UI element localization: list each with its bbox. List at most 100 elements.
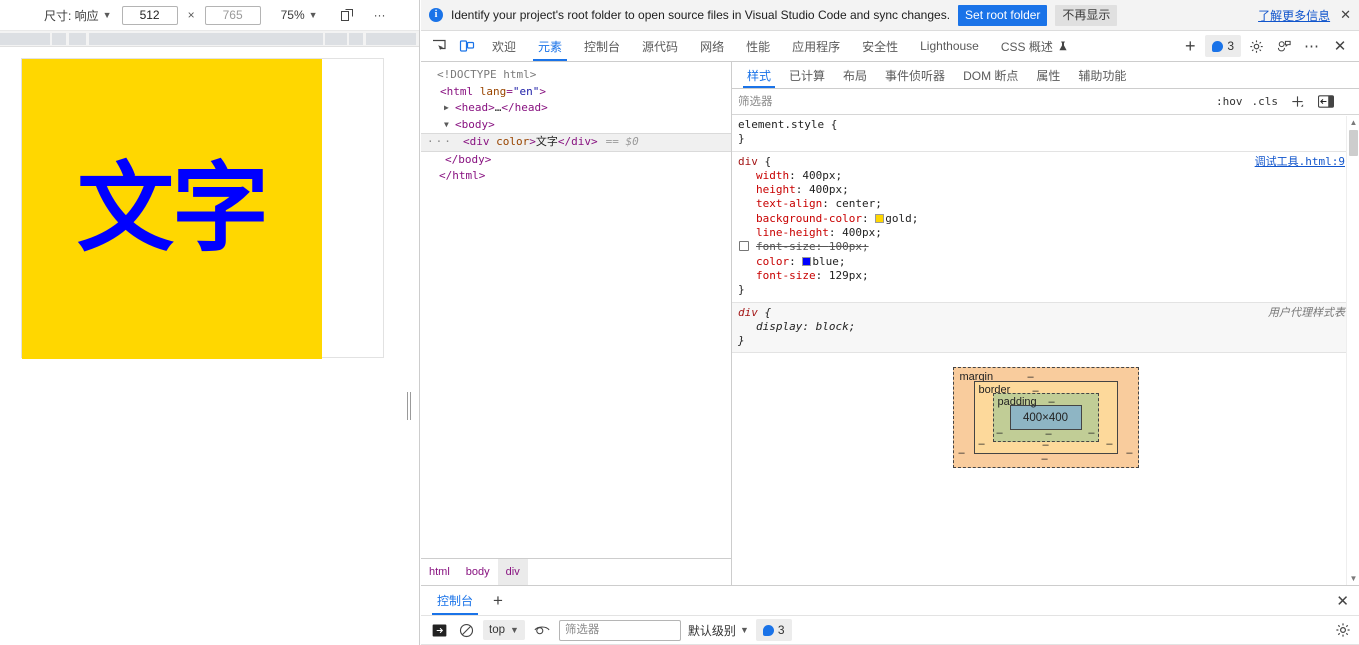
border-left-value[interactable]: – <box>979 437 985 451</box>
toggle-element-state-icon[interactable] <box>1316 92 1336 112</box>
settings-gear-icon[interactable] <box>1243 34 1269 58</box>
box-model-border[interactable]: border – – – – padding – – – – 400×400 <box>973 381 1118 455</box>
add-style-rule-icon[interactable] <box>1287 92 1307 112</box>
css-declaration-line-height[interactable]: line-height: 400px; <box>738 226 1359 240</box>
css-declaration-font-size[interactable]: font-size: 129px; <box>738 269 1359 283</box>
styles-filter-input[interactable] <box>732 89 1207 114</box>
property-name[interactable]: font-size <box>756 240 816 253</box>
rule-selector[interactable]: element.style <box>738 118 824 131</box>
padding-right-value[interactable]: – <box>1088 426 1094 440</box>
padding-left-value[interactable]: – <box>997 426 1003 440</box>
tab-performance[interactable]: 性能 <box>735 31 781 61</box>
console-sidebar-icon[interactable] <box>429 620 449 640</box>
console-settings-icon[interactable] <box>1333 620 1353 640</box>
property-value[interactable]: blue <box>812 255 839 268</box>
console-level-selector[interactable]: 默认级别 ▼ <box>688 622 749 639</box>
tab-application[interactable]: 应用程序 <box>781 31 851 61</box>
margin-left-value[interactable]: – <box>959 446 965 460</box>
tab-event-listeners[interactable]: 事件侦听器 <box>876 62 954 88</box>
tab-sources[interactable]: 源代码 <box>631 31 689 61</box>
dom-node-doctype[interactable]: <!DOCTYPE html> <box>421 67 731 84</box>
tab-properties[interactable]: 属性 <box>1027 62 1069 88</box>
console-context-selector[interactable]: top ▼ <box>483 620 525 640</box>
tab-welcome[interactable]: 欢迎 <box>481 31 527 61</box>
color-swatch[interactable] <box>802 256 812 266</box>
css-declaration-color[interactable]: color: blue; <box>738 255 1359 269</box>
property-name[interactable]: height <box>756 183 796 196</box>
zoom-selector[interactable]: 75% ▼ <box>281 8 318 22</box>
tab-layout[interactable]: 布局 <box>834 62 876 88</box>
learn-more-link[interactable]: 了解更多信息 <box>1258 7 1330 24</box>
inspect-element-icon[interactable] <box>425 31 453 61</box>
property-value[interactable]: 129px <box>829 269 862 282</box>
tab-elements[interactable]: 元素 <box>527 31 573 61</box>
force-element-state-button[interactable]: :hov <box>1216 95 1243 108</box>
issues-badge[interactable]: 3 <box>1205 35 1241 57</box>
dom-node-div-selected[interactable]: ··· <div color>文字</div> == $0 <box>421 133 731 152</box>
styles-scrollbar[interactable]: ▲ ▼ <box>1346 116 1359 585</box>
add-panel-button[interactable]: + <box>1177 34 1203 58</box>
device-size-selector[interactable]: 尺寸: 响应 ▼ <box>44 7 112 24</box>
device-toolbar-icon[interactable] <box>453 31 481 61</box>
property-name[interactable]: color <box>756 255 789 268</box>
property-value[interactable]: 100px <box>829 240 862 253</box>
tab-accessibility[interactable]: 辅助功能 <box>1069 62 1135 88</box>
tab-css-overview[interactable]: CSS 概述 <box>990 31 1079 61</box>
tab-network[interactable]: 网络 <box>689 31 735 61</box>
property-name[interactable]: line-height <box>756 226 829 239</box>
property-name[interactable]: font-size <box>756 269 816 282</box>
dom-node-html-close[interactable]: </html> <box>421 168 731 185</box>
property-value[interactable]: center <box>835 197 875 210</box>
customize-devtools-icon[interactable] <box>1271 34 1297 58</box>
device-more-options-button[interactable]: ··· <box>374 8 386 22</box>
drawer-tab-console[interactable]: 控制台 <box>427 586 483 615</box>
viewport-resize-handle[interactable] <box>405 392 413 420</box>
breadcrumb-item-body[interactable]: body <box>458 559 498 585</box>
expand-arrow-icon[interactable]: ▶ <box>444 100 455 117</box>
close-devtools-icon[interactable]: ✕ <box>1327 34 1353 58</box>
scroll-down-arrow-icon[interactable]: ▼ <box>1347 572 1359 585</box>
clear-console-icon[interactable] <box>456 620 476 640</box>
live-expression-icon[interactable] <box>532 620 552 640</box>
box-model-padding[interactable]: padding – – – – 400×400 <box>992 393 1099 443</box>
dom-node-body[interactable]: ▼ <body> <box>421 117 731 134</box>
tab-computed[interactable]: 已计算 <box>780 62 834 88</box>
padding-top-value[interactable]: – <box>1049 395 1055 409</box>
css-declaration-width[interactable]: width: 400px; <box>738 169 1359 183</box>
margin-right-value[interactable]: – <box>1126 446 1132 460</box>
element-classes-button[interactable]: .cls <box>1252 95 1279 108</box>
border-right-value[interactable]: – <box>1106 437 1112 451</box>
node-gutter[interactable]: ··· <box>427 134 453 151</box>
tab-dom-breakpoints[interactable]: DOM 断点 <box>954 62 1027 88</box>
property-value[interactable]: 400px <box>809 183 842 196</box>
more-options-icon[interactable]: ⋯ <box>1299 34 1325 58</box>
viewport-width-input[interactable] <box>121 5 178 25</box>
property-name[interactable]: width <box>756 169 789 182</box>
rotate-icon[interactable] <box>340 8 354 22</box>
tab-console[interactable]: 控制台 <box>573 31 631 61</box>
breadcrumb-item-html[interactable]: html <box>421 559 458 585</box>
color-swatch[interactable] <box>875 213 885 223</box>
console-filter-input[interactable] <box>558 619 681 641</box>
padding-bottom-value[interactable]: – <box>1046 427 1052 441</box>
breadcrumb-item-div[interactable]: div <box>497 559 528 585</box>
css-declaration-background-color[interactable]: background-color: gold; <box>738 212 1359 226</box>
scrollbar-thumb[interactable] <box>1349 130 1358 156</box>
css-rule-div[interactable]: 调试工具.html:9 div { width: 400px; height: … <box>732 152 1359 303</box>
property-name[interactable]: text-align <box>756 197 822 210</box>
property-value[interactable]: 400px <box>802 169 835 182</box>
tab-styles[interactable]: 样式 <box>738 62 780 88</box>
set-root-folder-button[interactable]: Set root folder <box>958 4 1048 26</box>
dom-node-html[interactable]: <html lang="en"> <box>421 84 731 101</box>
css-declaration-text-align[interactable]: text-align: center; <box>738 197 1359 211</box>
drawer-add-tab-button[interactable]: + <box>483 586 513 615</box>
collapse-arrow-icon[interactable]: ▼ <box>444 117 455 134</box>
dont-show-again-button[interactable]: 不再显示 <box>1055 4 1118 26</box>
declaration-checkbox[interactable] <box>739 241 749 252</box>
close-icon[interactable]: ✕ <box>1338 7 1353 23</box>
scroll-up-arrow-icon[interactable]: ▲ <box>1347 116 1359 129</box>
viewport-height-input[interactable] <box>204 5 261 25</box>
tab-lighthouse[interactable]: Lighthouse <box>909 31 990 61</box>
drawer-close-icon[interactable]: ✕ <box>1326 586 1359 615</box>
dom-node-body-close[interactable]: </body> <box>421 152 731 169</box>
